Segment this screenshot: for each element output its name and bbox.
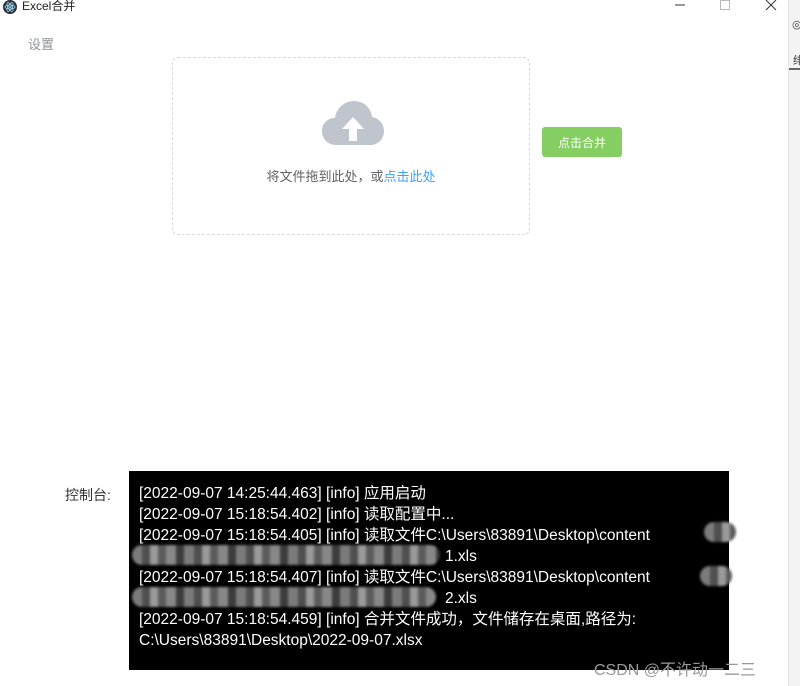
console-line: [2022-09-07 15:18:54.407] [info] 读取文件C:\…: [139, 569, 650, 586]
console-line: [2022-09-07 15:18:54.405] [info] 读取文件C:\…: [139, 527, 650, 544]
maximize-button[interactable]: [708, 0, 742, 14]
edge-divider: [789, 68, 800, 70]
minimize-button[interactable]: [663, 0, 697, 14]
edge-fragment: 绯: [793, 55, 800, 67]
window-title: Excel合并: [22, 0, 76, 13]
console-line: [2022-09-07 14:25:44.463] [info] 应用启动: [139, 485, 426, 502]
upload-instructions: 将文件拖到此处，或点击此处: [173, 166, 529, 185]
redaction-blur: [132, 545, 440, 565]
csdn-watermark: CSDN @不许动一二三: [594, 662, 757, 679]
upload-prompt: 将文件拖到此处，或: [266, 169, 384, 184]
settings-menu[interactable]: 设置: [28, 34, 54, 53]
edge-fragment: ◎): [792, 19, 800, 31]
redaction-blur: [704, 522, 736, 542]
upload-cloud-icon: [322, 101, 384, 145]
minimize-icon: [675, 4, 685, 6]
close-icon: [765, 0, 777, 11]
console-label: 控制台:: [65, 487, 111, 503]
redaction-blur: [700, 566, 732, 586]
console-line: [2022-09-07 15:18:54.402] [info] 读取配置中..…: [139, 506, 455, 523]
console-output: [2022-09-07 14:25:44.463] [info] 应用启动 [2…: [129, 471, 729, 670]
redaction-blur: [132, 587, 436, 607]
close-button[interactable]: [754, 0, 788, 14]
console-line: C:\Users\83891\Desktop\2022-09-07.xlsx: [139, 632, 423, 649]
electron-app-icon: [3, 0, 17, 14]
merge-button[interactable]: 点击合并: [542, 127, 622, 157]
maximize-icon: [720, 0, 730, 10]
upload-click-link[interactable]: 点击此处: [384, 169, 436, 184]
console-line: [2022-09-07 15:18:54.459] [info] 合并文件成功，…: [139, 611, 637, 628]
background-window-edge: ◎) 绯: [788, 0, 800, 686]
title-bar: Excel合并: [0, 0, 788, 14]
upload-dropzone[interactable]: 将文件拖到此处，或点击此处: [172, 57, 530, 235]
